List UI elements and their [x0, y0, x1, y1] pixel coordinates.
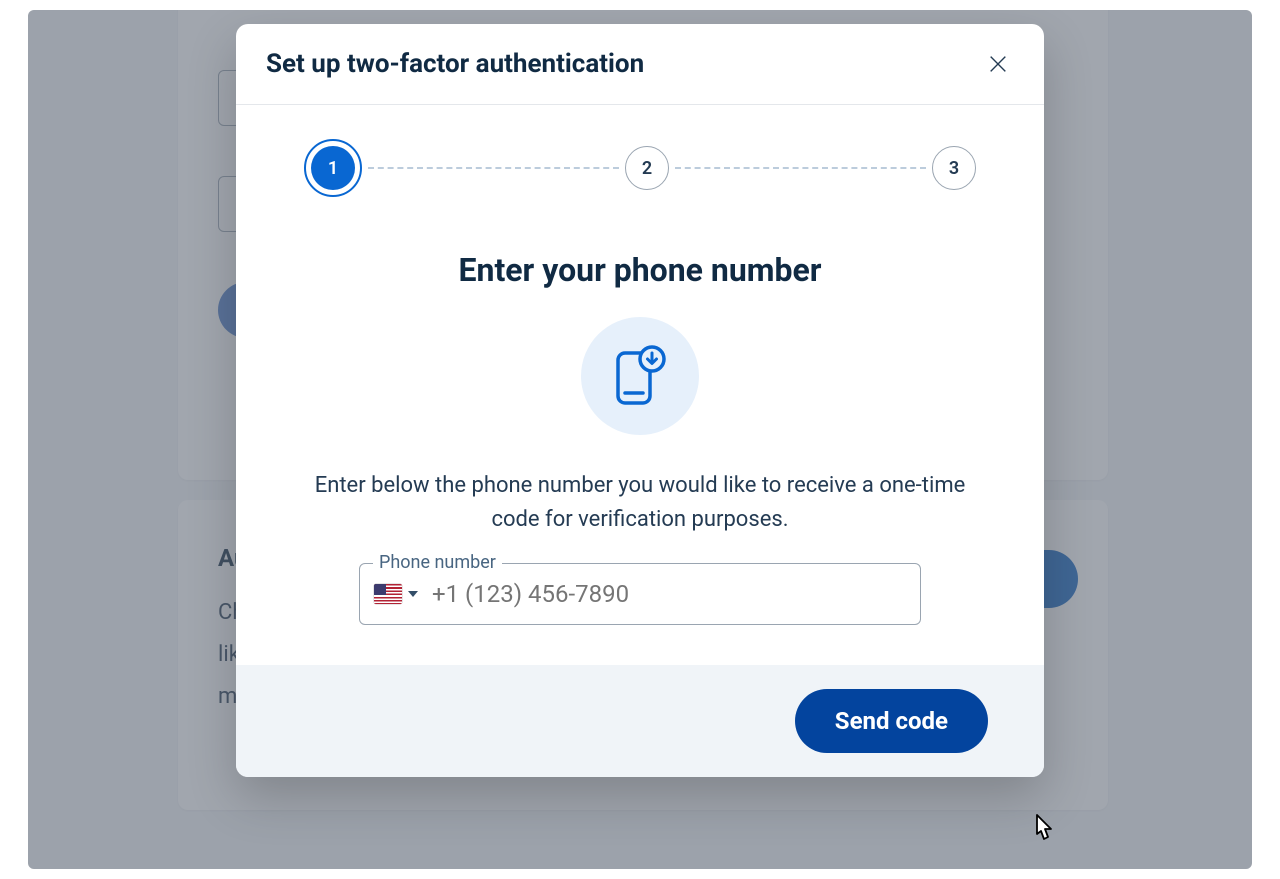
phone-label: Phone number	[373, 552, 502, 573]
step-connector	[675, 167, 926, 169]
phone-download-icon	[613, 345, 667, 407]
step-heading: Enter your phone number	[296, 251, 984, 289]
modal-body: Enter your phone number Enter below the …	[236, 211, 1044, 665]
phone-input[interactable]	[432, 580, 906, 608]
step-connector	[368, 167, 619, 169]
country-code-select[interactable]	[374, 584, 418, 604]
step-3: 3	[932, 146, 976, 190]
modal-title: Set up two-factor authentication	[266, 49, 644, 79]
modal-header: Set up two-factor authentication	[236, 24, 1044, 105]
us-flag-icon	[374, 584, 402, 604]
phone-field: Phone number	[359, 563, 921, 625]
step-2: 2	[625, 146, 669, 190]
modal-footer: Send code	[236, 665, 1044, 777]
close-button[interactable]	[982, 48, 1014, 80]
step-indicator: 1 2 3	[236, 105, 1044, 211]
two-factor-modal: Set up two-factor authentication 1 2 3 E…	[236, 24, 1044, 777]
send-code-button[interactable]: Send code	[795, 689, 988, 753]
close-icon	[987, 53, 1009, 75]
instruction-text: Enter below the phone number you would l…	[300, 469, 980, 537]
chevron-down-icon	[408, 591, 418, 597]
step-1: 1	[304, 139, 362, 197]
phone-illustration	[581, 317, 699, 435]
